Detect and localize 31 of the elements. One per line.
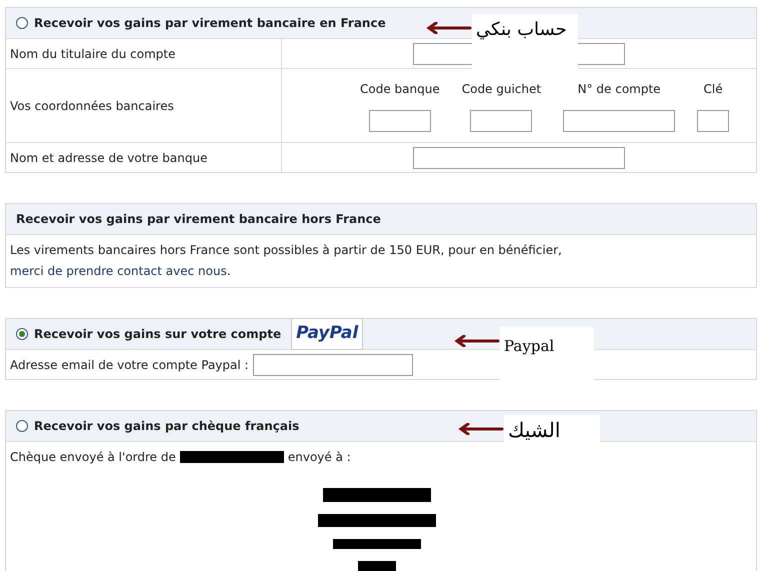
text-input[interactable] [368,110,431,132]
column-label: Code banque [360,80,440,98]
field-label: Adresse email de votre compte Paypal : [10,356,249,374]
column-label: N° de compte [578,80,661,98]
redaction-bar [358,561,396,571]
arrow-icon [458,423,504,435]
text-input[interactable] [413,146,625,168]
contact-link[interactable]: merci de prendre contact avec nous [10,264,227,278]
info-text: Les virements bancaires hors France sont possibles à partir de 150 EUR, pour en bénéficier, merci de prendre contact avec nous. [10,243,562,278]
section-title: Recevoir vos gains sur votre compte [34,326,282,343]
section-title: Recevoir vos gains par virement bancaire hors France [16,211,381,228]
radio-button[interactable] [16,420,28,432]
radio-button[interactable] [16,328,28,340]
column-label: Code guichet [462,80,542,98]
text-input[interactable] [252,354,413,376]
text-input[interactable] [697,110,730,132]
cheque-text: envoyé à : [288,449,351,466]
column-label: Clé [704,80,723,98]
radio-button[interactable] [16,17,28,29]
text-input[interactable] [563,110,676,132]
field-label: Vos coordonnées bancaires [10,98,174,114]
section-title: Recevoir vos gains par chèque français [34,418,300,435]
paypal-logo: PayPal [291,318,364,350]
annotation-tooltip: الشيك [504,415,600,443]
field-label: Nom du titulaire du compte [10,46,176,62]
arrow-icon [454,335,500,347]
text-input[interactable] [470,110,532,132]
cheque-text: Chèque envoyé à l'ordre de [10,449,176,466]
field-label: Nom et adresse de votre banque [10,150,208,166]
arrow-icon [426,22,472,34]
section-title: Recevoir vos gains par virement bancaire en France [34,15,386,32]
